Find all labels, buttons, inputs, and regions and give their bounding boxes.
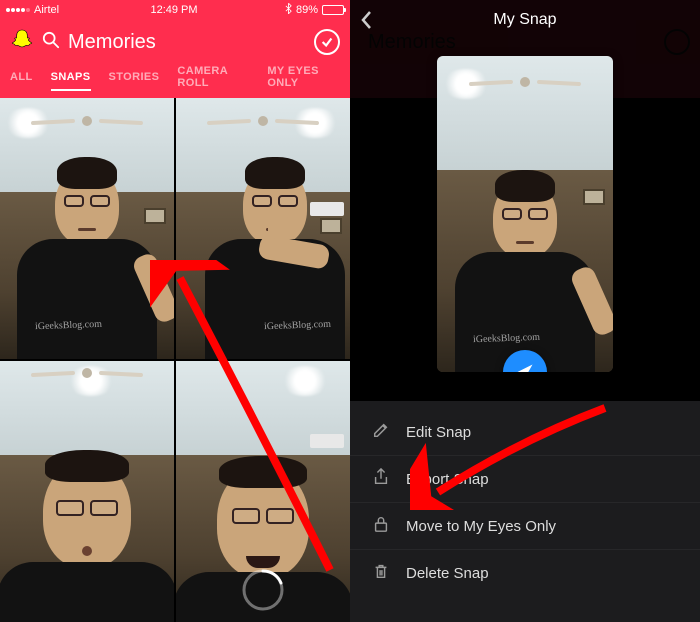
menu-item-label: Edit Snap — [406, 424, 471, 441]
menu-item-delete-snap[interactable]: Delete Snap — [350, 549, 700, 596]
bluetooth-icon — [285, 3, 292, 17]
carrier-label: Airtel — [34, 4, 59, 16]
snap-thumbnail[interactable] — [176, 361, 350, 622]
select-mode-button[interactable] — [314, 29, 340, 55]
back-button[interactable] — [360, 10, 372, 35]
tab-stories[interactable]: STORIES — [109, 71, 160, 91]
tab-camera-roll[interactable]: CAMERA ROLL — [177, 65, 249, 97]
memories-screen: Airtel 12:49 PM 89% Memories ALL SNAPS S… — [0, 0, 350, 622]
snap-thumbnail[interactable]: iGeeksBlog.com — [0, 98, 174, 359]
header: Memories — [0, 20, 350, 64]
preview-header: My Snap — [350, 0, 700, 40]
tab-snaps[interactable]: SNAPS — [51, 71, 91, 91]
menu-item-move-my-eyes-only[interactable]: Move to My Eyes Only — [350, 502, 700, 549]
snap-preview-screen: Memories My Snap iGeeksBlog.com Edit Sna… — [350, 0, 700, 622]
page-title: Memories — [68, 31, 306, 54]
snap-preview[interactable]: iGeeksBlog.com — [437, 56, 613, 372]
tab-all[interactable]: ALL — [10, 71, 33, 91]
snapchat-ghost-icon[interactable] — [10, 28, 34, 57]
snap-timer-ring-icon — [241, 568, 285, 612]
status-bar: Airtel 12:49 PM 89% — [0, 0, 350, 20]
action-menu: Edit Snap Export Snap Move to My Eyes On… — [350, 401, 700, 622]
menu-item-export-snap[interactable]: Export Snap — [350, 455, 700, 502]
pencil-icon — [372, 421, 390, 443]
snap-thumbnail[interactable] — [0, 361, 174, 622]
tab-my-eyes-only[interactable]: MY EYES ONLY — [267, 65, 340, 97]
clock-label: 12:49 PM — [150, 4, 197, 16]
menu-item-label: Export Snap — [406, 471, 489, 488]
trash-icon — [372, 562, 390, 584]
lock-icon — [372, 515, 390, 537]
menu-item-edit-snap[interactable]: Edit Snap — [350, 409, 700, 455]
menu-item-label: Move to My Eyes Only — [406, 518, 556, 535]
preview-title: My Snap — [493, 11, 556, 29]
snap-grid: iGeeksBlog.com iGeeksBlog.com — [0, 98, 350, 622]
snap-thumbnail[interactable]: iGeeksBlog.com — [176, 98, 350, 359]
signal-dots-icon — [6, 8, 30, 12]
menu-item-label: Delete Snap — [406, 565, 489, 582]
share-icon — [372, 468, 390, 490]
battery-icon — [322, 5, 344, 15]
search-icon[interactable] — [42, 31, 60, 54]
memories-tabs: ALL SNAPS STORIES CAMERA ROLL MY EYES ON… — [0, 64, 350, 98]
battery-pct-label: 89% — [296, 4, 318, 16]
